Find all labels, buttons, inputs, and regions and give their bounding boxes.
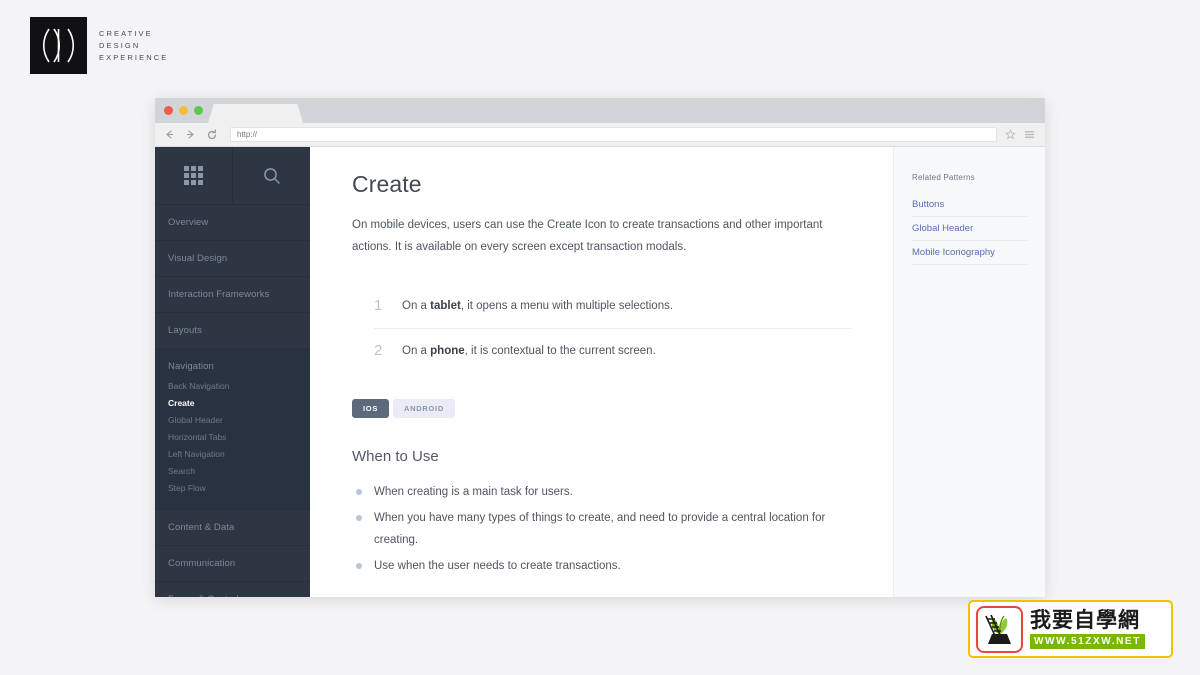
grid-apps-icon[interactable] bbox=[155, 147, 233, 204]
sidebar-label: Interaction Frameworks bbox=[168, 289, 270, 300]
back-arrow-icon[interactable] bbox=[163, 128, 176, 141]
related-link-mobile-iconography[interactable]: Mobile Iconography bbox=[912, 241, 1027, 265]
sidebar-item-navigation[interactable]: Navigation bbox=[155, 349, 310, 378]
sidebar-sub-label: Global Header bbox=[168, 415, 223, 425]
sidebar-sub-label: Left Navigation bbox=[168, 449, 225, 459]
sidebar-label: Content & Data bbox=[168, 522, 235, 533]
left-sidebar: Overview Visual Design Interaction Frame… bbox=[155, 147, 310, 597]
browser-toolbar bbox=[155, 123, 1045, 147]
sidebar-sub-label: Horizontal Tabs bbox=[168, 432, 227, 442]
list-item: When creating is a main task for users. bbox=[352, 481, 851, 503]
sidebar-sub-label: Back Navigation bbox=[168, 381, 230, 391]
main-content: Create On mobile devices, users can use … bbox=[310, 147, 893, 597]
list-text: On a phone, it is contextual to the curr… bbox=[402, 343, 656, 359]
list-number: 2 bbox=[374, 342, 383, 359]
related-patterns-panel: Related Patterns Buttons Global Header M… bbox=[893, 147, 1045, 597]
browser-tab[interactable] bbox=[208, 104, 303, 123]
forward-arrow-icon[interactable] bbox=[184, 128, 197, 141]
grid-apps-glyph bbox=[184, 166, 203, 185]
sidebar-sub-label: Search bbox=[168, 466, 195, 476]
sidebar-label: Navigation bbox=[168, 361, 214, 372]
sidebar-label: Layouts bbox=[168, 325, 202, 336]
sidebar-item-search[interactable]: Search bbox=[168, 463, 297, 480]
browser-titlebar bbox=[155, 98, 1045, 123]
list-number: 1 bbox=[374, 297, 383, 314]
list-text-pre: On a bbox=[402, 345, 431, 357]
sidebar-item-overview[interactable]: Overview bbox=[155, 205, 310, 241]
sidebar-label: Forms & Controls bbox=[168, 594, 244, 597]
brand-wordmark: CREATIVE DESIGN EXPERIENCE bbox=[99, 29, 168, 62]
list-item: Use when the user needs to create transa… bbox=[352, 555, 851, 577]
related-patterns-title: Related Patterns bbox=[912, 173, 975, 182]
maximize-window-button[interactable] bbox=[194, 106, 203, 115]
sidebar-item-horizontal-tabs[interactable]: Horizontal Tabs bbox=[168, 429, 297, 446]
when-to-use-title: When to Use bbox=[352, 448, 439, 465]
list-text-bold: phone bbox=[430, 345, 465, 357]
watermark-logo: 我要自學網 WWW.51ZXW.NET bbox=[968, 600, 1173, 658]
sidebar-item-visual-design[interactable]: Visual Design bbox=[155, 241, 310, 277]
tab-android[interactable]: ANDROID bbox=[393, 399, 455, 418]
sidebar-sub-label: Step Flow bbox=[168, 483, 206, 493]
brand-logo: CREATIVE DESIGN EXPERIENCE bbox=[30, 17, 168, 74]
sidebar-item-global-header[interactable]: Global Header bbox=[168, 412, 297, 429]
app-body: Overview Visual Design Interaction Frame… bbox=[155, 147, 1045, 597]
numbered-list: 1 On a tablet, it opens a menu with mult… bbox=[374, 284, 851, 373]
address-bar[interactable] bbox=[230, 127, 997, 142]
list-text-bold: tablet bbox=[430, 300, 461, 312]
list-text-pre: On a bbox=[402, 300, 431, 312]
sidebar-item-layouts[interactable]: Layouts bbox=[155, 313, 310, 349]
window-controls[interactable] bbox=[164, 106, 203, 115]
sidebar-label: Visual Design bbox=[168, 253, 228, 264]
numbered-list-item: 2 On a phone, it is contextual to the cu… bbox=[374, 329, 851, 373]
sidebar-item-left-navigation[interactable]: Left Navigation bbox=[168, 446, 297, 463]
close-window-button[interactable] bbox=[164, 106, 173, 115]
tab-ios[interactable]: IOS bbox=[352, 399, 390, 418]
sidebar-item-step-flow[interactable]: Step Flow bbox=[168, 480, 297, 497]
numbered-list-item: 1 On a tablet, it opens a menu with mult… bbox=[374, 284, 851, 329]
search-icon[interactable] bbox=[233, 147, 310, 204]
intro-paragraph: On mobile devices, users can use the Cre… bbox=[352, 219, 823, 253]
browser-window: Overview Visual Design Interaction Frame… bbox=[155, 98, 1045, 597]
related-link-buttons[interactable]: Buttons bbox=[912, 193, 1027, 217]
brand-line-2: DESIGN bbox=[99, 41, 141, 50]
sidebar-item-create[interactable]: Create bbox=[168, 395, 297, 412]
watermark-name: 我要自學網 bbox=[1030, 608, 1140, 632]
sidebar-label: Communication bbox=[168, 558, 236, 569]
list-text-post: , it opens a menu with multiple selectio… bbox=[460, 300, 674, 312]
sidebar-item-communication[interactable]: Communication bbox=[155, 546, 310, 582]
minimize-window-button[interactable] bbox=[179, 106, 188, 115]
sidebar-subitems: Back Navigation Create Global Header Hor… bbox=[155, 378, 310, 510]
page-title: Create bbox=[352, 171, 422, 197]
watermark-url: WWW.51ZXW.NET bbox=[1030, 634, 1145, 649]
sidebar-toolbar bbox=[155, 147, 310, 205]
sidebar-item-back-navigation[interactable]: Back Navigation bbox=[168, 378, 297, 395]
brand-mark-icon bbox=[30, 17, 87, 74]
star-icon[interactable] bbox=[1005, 129, 1016, 140]
when-to-use-list: When creating is a main task for users. … bbox=[352, 481, 851, 577]
platform-tabs: IOS ANDROID bbox=[352, 399, 851, 418]
list-item: When you have many types of things to cr… bbox=[352, 507, 851, 551]
list-text-post: , it is contextual to the current screen… bbox=[464, 345, 656, 357]
sidebar-sub-label: Create bbox=[168, 398, 195, 408]
reload-icon[interactable] bbox=[205, 128, 218, 141]
sidebar-label: Overview bbox=[168, 217, 209, 228]
related-link-global-header[interactable]: Global Header bbox=[912, 217, 1027, 241]
url-input[interactable] bbox=[237, 130, 990, 139]
hamburger-menu-icon[interactable] bbox=[1024, 129, 1035, 140]
sidebar-item-content-and-data[interactable]: Content & Data bbox=[155, 510, 310, 546]
brand-line-3: EXPERIENCE bbox=[99, 53, 169, 62]
list-text: On a tablet, it opens a menu with multip… bbox=[402, 298, 673, 314]
watermark-plant-icon bbox=[976, 605, 1023, 653]
sidebar-item-interaction-frameworks[interactable]: Interaction Frameworks bbox=[155, 277, 310, 313]
brand-line-1: CREATIVE bbox=[99, 29, 153, 38]
sidebar-item-forms-and-controls[interactable]: Forms & Controls bbox=[155, 582, 310, 597]
